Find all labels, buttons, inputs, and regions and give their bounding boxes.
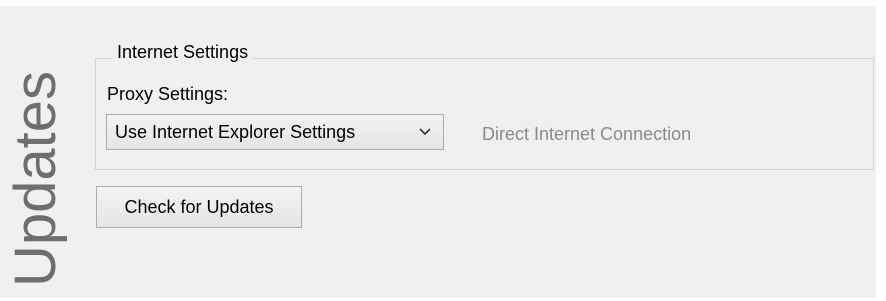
section-title: Updates xyxy=(3,70,68,287)
chevron-down-icon xyxy=(419,128,431,136)
internet-settings-group-title: Internet Settings xyxy=(112,40,254,64)
check-for-updates-button[interactable]: Check for Updates xyxy=(96,186,302,228)
section-title-container: Updates xyxy=(3,56,68,301)
connection-status-text: Direct Internet Connection xyxy=(482,124,692,144)
proxy-settings-label: Proxy Settings: xyxy=(107,84,229,104)
proxy-settings-selected-value: Use Internet Explorer Settings xyxy=(115,121,356,142)
proxy-settings-dropdown[interactable]: Use Internet Explorer Settings xyxy=(106,114,444,150)
